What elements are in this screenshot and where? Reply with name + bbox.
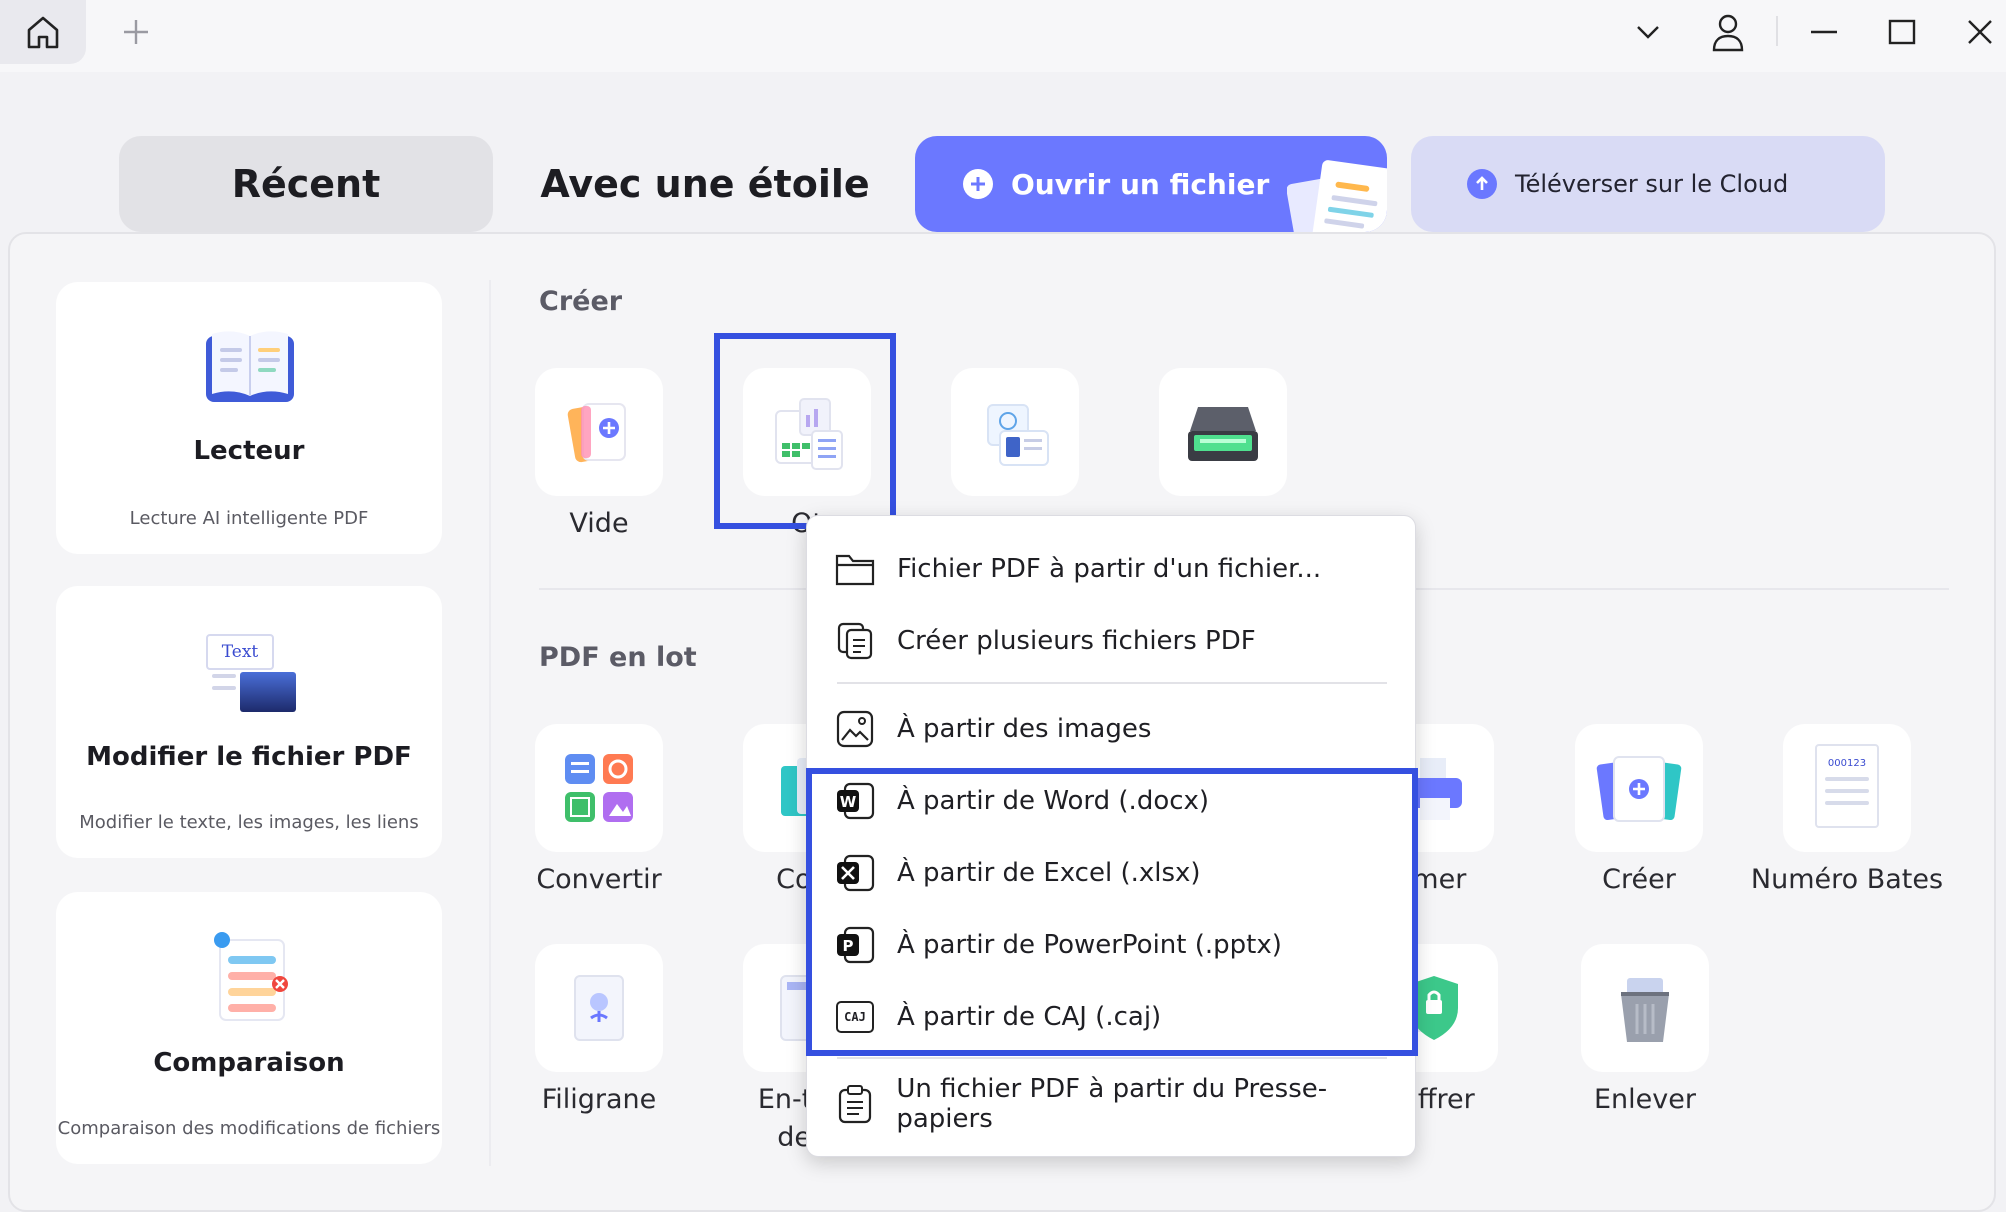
id-card-icon (987, 404, 1049, 466)
tool-remove-label: Enlever (1594, 1084, 1696, 1115)
tool-from-template[interactable] (951, 368, 1079, 496)
close-button[interactable] (1960, 12, 2000, 52)
card-compare-title: Comparaison (153, 1048, 345, 1078)
menu-item-multiple[interactable]: Créer plusieurs fichiers PDF (807, 611, 1415, 671)
highlight-office-formats (806, 768, 1418, 1056)
bates-document-icon: 000123 (1815, 744, 1879, 828)
card-edit-title: Modifier le fichier PDF (86, 742, 412, 772)
open-file-label: Ouvrir un fichier (1011, 167, 1270, 201)
card-edit-subtitle: Modifier le texte, les images, les liens (79, 812, 419, 833)
menu-item-from-file[interactable]: Fichier PDF à partir d'un fichier... (807, 539, 1415, 599)
titlebar-divider (1776, 16, 1778, 46)
menu-item-from-images[interactable]: À partir des images (807, 699, 1415, 759)
tool-create-batch-label: Créer (1602, 864, 1676, 895)
open-file-button[interactable]: Ouvrir un fichier (915, 136, 1387, 232)
menu-item-from-images-label: À partir des images (897, 714, 1152, 744)
highlight-from-file (714, 333, 896, 529)
folder-icon (835, 549, 875, 589)
create-document-icon (1596, 756, 1682, 822)
clipboard-icon (835, 1084, 874, 1124)
bates-icon-text: 000123 (1827, 758, 1867, 769)
card-reader-title: Lecteur (193, 436, 305, 466)
edit-text-image-icon: Text (206, 634, 298, 712)
blank-document-icon (567, 403, 626, 463)
tool-bates[interactable]: 000123 (1783, 724, 1911, 852)
tool-convert[interactable] (535, 724, 663, 852)
plus-icon (124, 20, 148, 44)
menu-item-multiple-label: Créer plusieurs fichiers PDF (897, 626, 1256, 656)
tool-watermark[interactable] (535, 944, 663, 1072)
minimize-icon (1811, 30, 1837, 34)
tab-starred[interactable]: Avec une étoile (540, 136, 870, 232)
upload-cloud-button[interactable]: Téléverser sur le Cloud (1411, 136, 1885, 232)
close-icon (1968, 20, 1992, 44)
account-button[interactable] (1706, 8, 1750, 56)
menu-separator-2 (837, 1057, 1387, 1059)
scanner-icon (1188, 407, 1258, 461)
dropdown-button[interactable] (1628, 12, 1668, 52)
card-compare[interactable]: Comparaison Comparaison des modification… (56, 892, 442, 1164)
menu-separator (837, 682, 1387, 684)
tool-create-batch[interactable] (1575, 724, 1703, 852)
image-icon (835, 709, 875, 749)
card-compare-subtitle: Comparaison des modifications de fichier… (57, 1118, 441, 1139)
menu-item-from-file-label: Fichier PDF à partir d'un fichier... (897, 554, 1322, 584)
trash-icon (1621, 978, 1669, 1042)
copy-document-icon (835, 621, 875, 661)
upload-icon (1467, 169, 1497, 199)
home-button[interactable] (0, 0, 86, 64)
new-tab-button[interactable] (116, 12, 156, 52)
watermark-icon (574, 975, 624, 1041)
image-thumbnail-icon (240, 672, 296, 712)
upload-cloud-label: Téléverser sur le Cloud (1515, 170, 1789, 198)
convert-grid-icon (565, 754, 633, 822)
book-icon (206, 331, 294, 402)
user-icon (1712, 14, 1744, 52)
card-reader-subtitle: Lecture AI intelligente PDF (129, 508, 369, 529)
plus-circle-icon (963, 169, 993, 199)
maximize-button[interactable] (1882, 12, 1922, 52)
edit-icon-text: Text (206, 634, 274, 670)
tool-scanner[interactable] (1159, 368, 1287, 496)
tab-recent[interactable]: Récent (119, 136, 493, 232)
tool-blank[interactable] (535, 368, 663, 496)
menu-item-from-clipboard[interactable]: Un fichier PDF à partir du Presse-papier… (807, 1074, 1415, 1134)
compare-document-icon (214, 932, 288, 1021)
panel-divider (489, 280, 491, 1166)
title-bar (0, 0, 2006, 72)
card-reader[interactable]: Lecteur Lecture AI intelligente PDF (56, 282, 442, 554)
maximize-icon (1888, 19, 1916, 45)
tab-starred-label: Avec une étoile (540, 162, 870, 206)
tool-convert-label: Convertir (536, 864, 662, 895)
section-create-title: Créer (539, 286, 623, 317)
card-edit-pdf[interactable]: Text Modifier le fichier PDF Modifier le… (56, 586, 442, 858)
tool-remove[interactable] (1581, 944, 1709, 1072)
minimize-button[interactable] (1804, 12, 1844, 52)
tab-recent-label: Récent (231, 162, 381, 206)
tool-blank-label: Vide (569, 508, 629, 539)
tool-bates-label: Numéro Bates (1750, 864, 1944, 895)
documents-illustration-icon (1287, 160, 1387, 232)
menu-item-from-clipboard-label: Un fichier PDF à partir du Presse-papier… (896, 1074, 1328, 1134)
tool-watermark-label: Filigrane (541, 1084, 657, 1115)
chevron-down-icon (1637, 26, 1659, 39)
section-batch-title: PDF en lot (539, 642, 697, 673)
home-icon (27, 16, 59, 49)
